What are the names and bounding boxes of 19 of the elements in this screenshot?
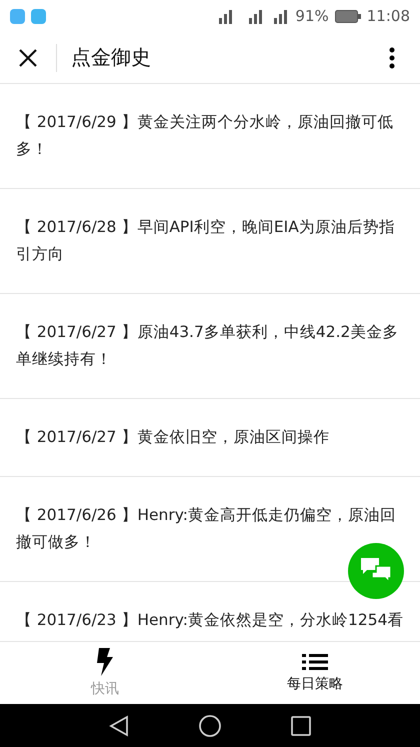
- gallery-app-icon: [10, 8, 25, 24]
- home-icon[interactable]: [199, 714, 221, 736]
- close-icon: [18, 48, 38, 68]
- list-icon: [302, 653, 328, 671]
- page-title: 点金御史: [71, 44, 152, 71]
- article-item[interactable]: 【 2017/6/27 】原油43.7多单获利，中线42.2美金多单继续持有！: [0, 294, 420, 399]
- back-icon[interactable]: [109, 714, 129, 736]
- message-app-icon: [31, 8, 46, 24]
- clock-time: 11:08: [366, 7, 410, 25]
- signal-icon: [219, 8, 290, 24]
- tab[interactable]: 每日策略: [210, 642, 420, 704]
- battery-percent: 91%: [295, 7, 329, 25]
- article-item[interactable]: 【 2017/6/29 】黄金关注两个分水岭，原油回撤可低多！: [0, 84, 420, 189]
- article-item[interactable]: 【 2017/6/28 】早间API利空，晚间EIA为原油后势指引方向: [0, 189, 420, 294]
- lightning-icon: [97, 648, 113, 676]
- article-item[interactable]: 【 2017/6/27 】黄金依旧空，原油区间操作: [0, 399, 420, 477]
- battery-icon: [334, 10, 361, 22]
- more-icon: [389, 46, 395, 68]
- recents-icon[interactable]: [291, 716, 311, 736]
